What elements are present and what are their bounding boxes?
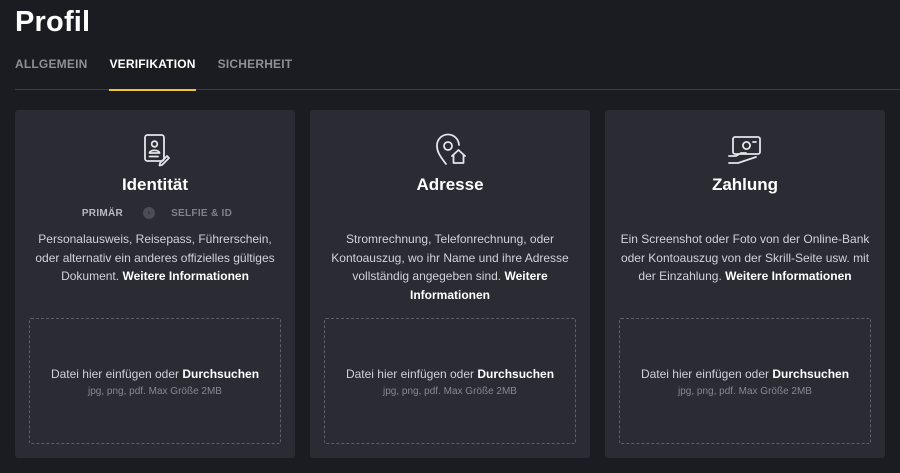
dropzone-label: Datei hier einfügen oder Durchsuchen	[641, 367, 849, 381]
card-title: Zahlung	[711, 175, 779, 194]
payment-card: Zahlung Ein Screenshot oder Foto von der…	[605, 110, 885, 458]
tab-allgemein[interactable]: ALLGEMEIN	[15, 50, 87, 90]
browse-link[interactable]: Durchsuchen	[182, 367, 259, 381]
profile-page: Profil ALLGEMEIN VERIFIKATION SICHERHEIT…	[0, 0, 900, 473]
file-format-hint: jpg, png, pdf. Max Größe 2MB	[88, 386, 222, 397]
page-title: Profil	[15, 6, 91, 38]
tab-verifikation[interactable]: VERIFIKATION	[109, 50, 196, 91]
browse-link[interactable]: Durchsuchen	[477, 367, 554, 381]
identity-card: Identität PRIMÄR › SELFIE & ID Personala…	[15, 110, 295, 458]
card-description: Stromrechnung, Telefonrechnung, oder Kon…	[320, 230, 580, 304]
verification-cards: Identität PRIMÄR › SELFIE & ID Personala…	[15, 110, 885, 458]
file-format-hint: jpg, png, pdf. Max Größe 2MB	[678, 386, 812, 397]
chevron-right-icon: ›	[143, 207, 156, 219]
location-home-icon	[310, 132, 590, 168]
more-info-link[interactable]: Weitere Informationen	[725, 269, 851, 283]
dropzone-text: Datei hier einfügen oder	[50, 367, 180, 381]
address-card: Adresse Stromrechnung, Telefonrechnung, …	[310, 110, 590, 458]
dropzone-text: Datei hier einfügen oder	[345, 367, 475, 381]
verification-steps: PRIMÄR › SELFIE & ID	[15, 206, 295, 220]
card-title: Adresse	[416, 175, 484, 194]
id-document-icon	[15, 132, 295, 168]
file-dropzone[interactable]: Datei hier einfügen oder Durchsuchen jpg…	[324, 318, 576, 444]
step-primary[interactable]: PRIMÄR	[82, 208, 123, 219]
card-description: Ein Screenshot oder Foto von der Online-…	[615, 230, 875, 286]
file-format-hint: jpg, png, pdf. Max Größe 2MB	[383, 386, 517, 397]
more-info-link[interactable]: Weitere Informationen	[122, 269, 248, 283]
browse-link[interactable]: Durchsuchen	[772, 367, 849, 381]
dropzone-text: Datei hier einfügen oder	[640, 367, 770, 381]
profile-tabs: ALLGEMEIN VERIFIKATION SICHERHEIT	[15, 50, 900, 91]
dropzone-label: Datei hier einfügen oder Durchsuchen	[346, 367, 554, 381]
card-title: Identität	[121, 175, 189, 194]
card-description: Personalausweis, Reisepass, Führerschein…	[25, 230, 285, 286]
step-selfie-id[interactable]: SELFIE & ID	[171, 208, 232, 219]
payment-card-icon	[605, 132, 885, 168]
file-dropzone[interactable]: Datei hier einfügen oder Durchsuchen jpg…	[619, 318, 871, 444]
tab-sicherheit[interactable]: SICHERHEIT	[218, 50, 293, 90]
file-dropzone[interactable]: Datei hier einfügen oder Durchsuchen jpg…	[29, 318, 281, 444]
dropzone-label: Datei hier einfügen oder Durchsuchen	[51, 367, 259, 381]
